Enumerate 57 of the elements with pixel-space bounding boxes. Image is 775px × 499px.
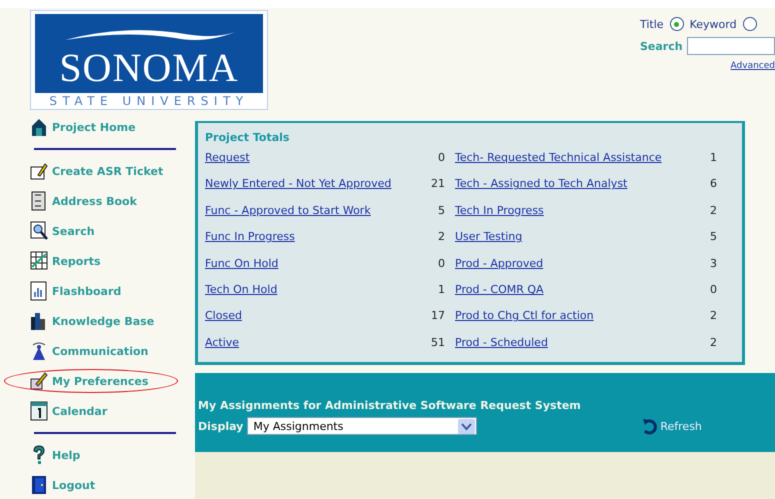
search-label: Search [640,40,683,52]
search-field[interactable] [686,37,775,55]
status-link[interactable]: Func - Approved to Start Work [205,204,371,230]
status-link[interactable]: Tech - Assigned to Tech Analyst [455,177,628,204]
status-link[interactable]: User Testing [455,230,522,257]
radio-label: Title [640,18,664,30]
status-count: 5 [437,204,445,219]
status-count: 0 [709,282,717,298]
status-link[interactable]: Prod - COMR QA [455,282,544,310]
status-link[interactable]: Request [205,151,250,178]
status-link[interactable]: Active [205,336,240,362]
display-dropdown[interactable]: My Assignments [247,417,478,435]
panel-title: Project Totals [205,131,290,144]
status-count: 2 [437,230,445,246]
advanced-link[interactable]: Advanced [660,61,775,71]
status-link[interactable]: Prod - Approved [455,256,544,283]
status-link[interactable]: Tech- Requested Technical Assistance [455,151,662,178]
status-link[interactable]: Tech On Hold [205,282,278,310]
menu-icon [30,251,48,271]
radio-button[interactable] [670,17,684,31]
menu-icon [30,371,48,391]
menu-icon [30,117,48,137]
status-count: 1 [437,282,445,298]
status-count: 2 [709,309,717,324]
status-link[interactable]: Prod - Scheduled [455,336,548,362]
status-count: 5 [709,230,717,246]
status-count: 21 [430,177,445,192]
menu-icon [30,475,48,495]
menu-icon [30,401,48,421]
radio-button[interactable] [742,17,757,31]
status-count: 3 [709,256,717,272]
status-link[interactable]: Func On Hold [205,256,278,283]
status-count: 0 [437,256,445,272]
status-link[interactable]: Closed [205,309,242,336]
radio-label: Keyword [690,18,737,30]
status-count: 2 [709,336,717,351]
menu-icon [30,191,48,211]
menu-icon [30,311,48,331]
menu-icon [30,161,48,181]
menu-icon [30,341,48,361]
status-count: 2 [709,204,717,219]
display-label: Display [198,420,244,432]
status-link[interactable]: Tech In Progress [455,204,544,230]
menu-icon [30,281,48,301]
refresh-icon [642,417,658,435]
status-link[interactable]: Prod to Chg Ctl for action [455,309,594,336]
logo-subtitle: STATE UNIVERSITY [48,93,250,109]
assignments-title: My Assignments for Administrative Software Request System [198,399,582,412]
logo-wordmark: SONOMA [59,44,239,92]
status-link[interactable]: Func In Progress [205,230,295,257]
status-link[interactable]: Newly Entered - Not Yet Approved [205,177,392,204]
status-count: 0 [437,151,445,166]
status-count: 51 [430,336,445,351]
status-count: 17 [430,309,445,324]
status-count: 6 [709,177,717,192]
menu-icon [30,221,48,241]
status-count: 1 [709,151,717,166]
